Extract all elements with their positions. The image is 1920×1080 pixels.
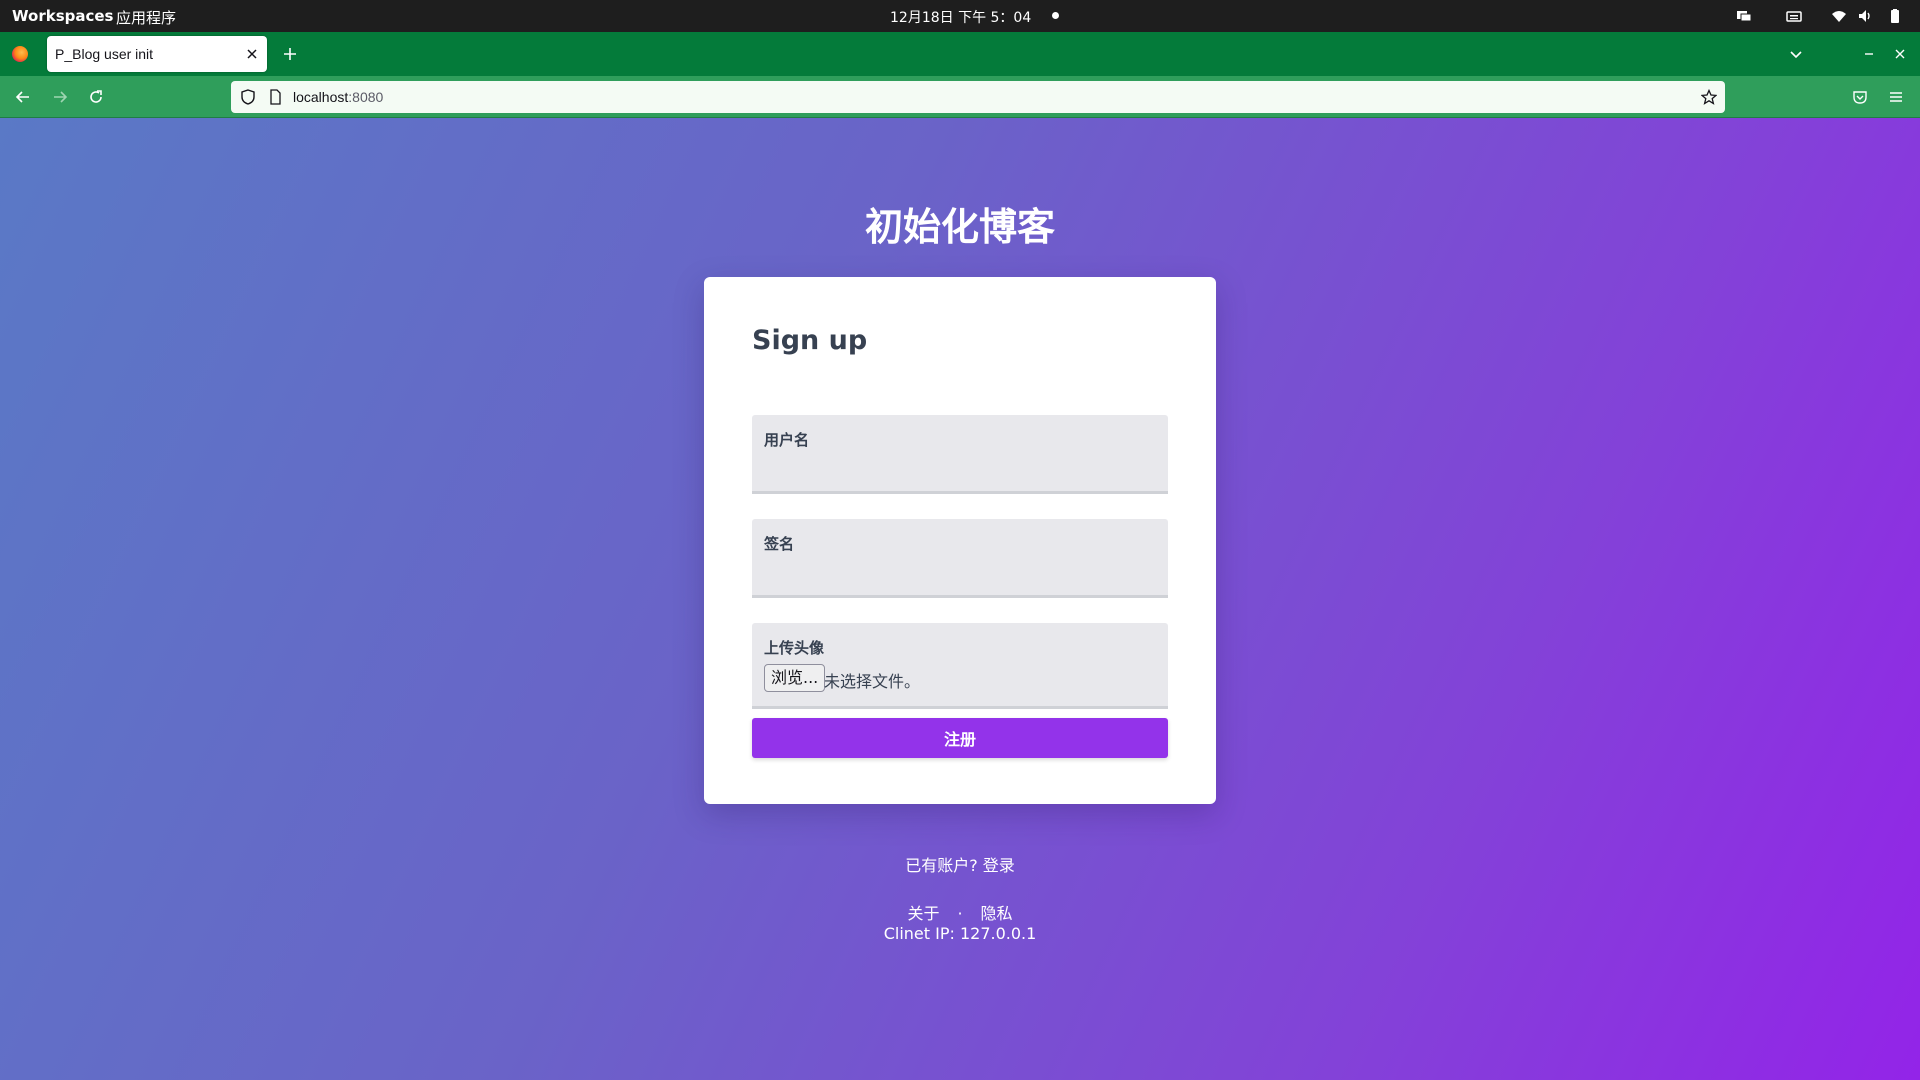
pocket-icon[interactable] <box>1852 89 1868 105</box>
signature-label: 签名 <box>764 535 795 553</box>
firefox-logo-icon[interactable] <box>12 46 28 62</box>
forward-arrow-icon[interactable] <box>52 89 68 105</box>
browser-nav-bar: localhost:8080 <box>0 76 1920 118</box>
list-tabs-chevron-down-icon[interactable] <box>1788 46 1804 62</box>
register-button[interactable]: 注册 <box>752 718 1168 758</box>
clock[interactable]: 12月18日 下午 5：04 <box>890 7 1031 27</box>
applications-menu[interactable]: 应用程序 <box>116 7 176 28</box>
minimize-icon[interactable] <box>1861 46 1877 62</box>
screen-share-icon[interactable] <box>1736 8 1752 24</box>
footer-separator: · <box>957 904 963 923</box>
browser-tab-strip: P_Blog user init <box>0 32 1920 76</box>
shield-icon[interactable] <box>240 89 256 105</box>
notification-dot <box>1052 12 1059 19</box>
reload-icon[interactable] <box>88 89 104 105</box>
bookmark-star-icon[interactable] <box>1701 89 1717 105</box>
close-tab-icon[interactable] <box>245 47 259 61</box>
privacy-link[interactable]: 隐私 <box>981 904 1013 923</box>
url-host: localhost <box>293 89 349 105</box>
wifi-icon[interactable] <box>1831 8 1847 24</box>
volume-icon[interactable] <box>1857 8 1873 24</box>
system-top-bar: Workspaces 应用程序 12月18日 下午 5：04 <box>0 0 1920 32</box>
signature-input[interactable] <box>764 559 1156 583</box>
username-label: 用户名 <box>764 431 810 449</box>
tab-p-blog[interactable]: P_Blog user init <box>47 36 267 72</box>
signup-card: Sign up 用户名 签名 上传头像 浏览... 未选择文件。 注册 <box>704 277 1216 804</box>
page-title: 初始化博客 <box>864 205 1055 249</box>
close-window-icon[interactable] <box>1892 46 1908 62</box>
signature-field[interactable]: 签名 <box>752 519 1168 598</box>
avatar-upload-field: 上传头像 浏览... 未选择文件。 <box>752 623 1168 709</box>
hamburger-menu-icon[interactable] <box>1888 89 1904 105</box>
username-field[interactable]: 用户名 <box>752 415 1168 494</box>
new-tab-icon[interactable] <box>282 46 298 62</box>
tab-title: P_Blog user init <box>55 46 154 62</box>
keyboard-icon[interactable] <box>1786 8 1802 24</box>
back-arrow-icon[interactable] <box>15 89 31 105</box>
signup-heading: Sign up <box>752 325 868 356</box>
battery-icon[interactable] <box>1887 8 1903 24</box>
page-background: 初始化博客 Sign up 用户名 签名 上传头像 浏览... 未选择文件。 注… <box>0 118 1920 1080</box>
url-port: :8080 <box>348 89 384 105</box>
file-status-text: 未选择文件。 <box>824 672 921 691</box>
page-info-icon[interactable] <box>267 89 283 105</box>
url-bar[interactable]: localhost:8080 <box>231 81 1725 113</box>
browse-file-button[interactable]: 浏览... <box>764 664 826 692</box>
url-text[interactable]: localhost:8080 <box>293 89 383 105</box>
client-ip-text: Clinet IP: 127.0.0.1 <box>883 924 1037 943</box>
username-input[interactable] <box>764 455 1156 479</box>
footer-links: 关于 · 隐私 <box>0 900 1920 924</box>
avatar-label: 上传头像 <box>764 639 825 657</box>
login-link[interactable]: 已有账户? 登录 <box>0 852 1920 876</box>
workspaces-button[interactable]: Workspaces <box>12 7 113 25</box>
about-link[interactable]: 关于 <box>907 904 939 923</box>
